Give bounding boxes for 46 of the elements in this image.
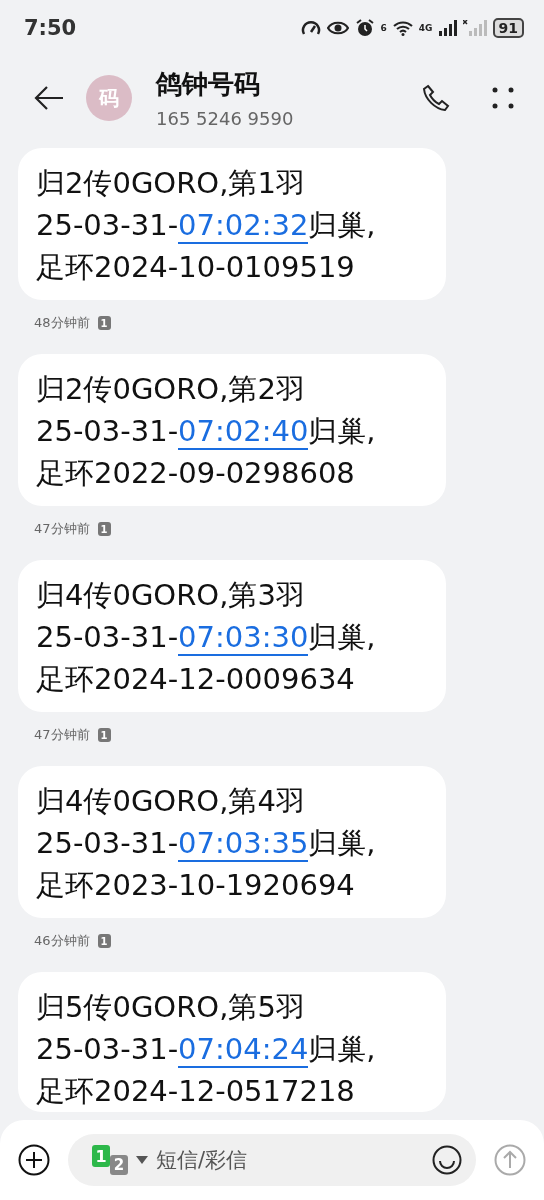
time-link[interactable]: 07:03:35 [178, 826, 309, 862]
input-placeholder: 短信/彩信 [156, 1147, 249, 1174]
battery-level: 91 [492, 18, 524, 38]
phone-number: 165 5246 9590 [156, 108, 295, 129]
contact-name: 鸽钟号码 [156, 68, 261, 101]
message-bubble[interactable]: 归5传0GORO,第5羽 25-03-31-07:04:24归巢, 足环2024-12-0517218 [18, 972, 446, 1112]
time-link[interactable]: 07:02:40 [178, 414, 309, 450]
speedometer-icon [300, 19, 321, 37]
time-link[interactable]: 07:03:30 [178, 620, 309, 656]
wifi-icon [392, 20, 413, 36]
sim-badge: 1 [97, 934, 111, 948]
sim-badge: 1 [97, 316, 111, 330]
emoji-icon[interactable] [432, 1145, 462, 1175]
eye-icon [326, 20, 349, 36]
message-input-field[interactable]: 1 2 短信/彩信 [68, 1134, 476, 1186]
sim-one-badge[interactable]: 1 [92, 1145, 110, 1167]
network-label: 4G [418, 23, 433, 33]
sim-badge: 1 [97, 728, 111, 742]
message-time: 46分钟前 [34, 932, 90, 950]
message-time: 47分钟前 [34, 726, 90, 744]
message-bubble[interactable]: 归2传0GORO,第1羽 25-03-31-07:02:32归巢, 足环2024-10-0109519 [18, 148, 446, 300]
status-time: 7:50 [24, 16, 77, 40]
back-icon[interactable] [34, 85, 64, 111]
message-time: 48分钟前 [34, 314, 90, 332]
message-text: 归2传0GORO,第2羽 25-03-31-07:02:40归巢, 足环2022-09-0298608 [36, 371, 377, 492]
message-text: 归5传0GORO,第5羽 25-03-31-07:04:24归巢, 足环2024-12-0517218 [36, 989, 377, 1110]
sim-two-badge[interactable]: 2 [110, 1155, 128, 1175]
time-link[interactable]: 07:02:32 [178, 208, 309, 244]
message-bubble[interactable]: 归4传0GORO,第4羽 25-03-31-07:03:35归巢, 足环2023-10-1920694 [18, 766, 446, 918]
alarm-icon [354, 18, 375, 38]
message-bubble[interactable]: 归2传0GORO,第2羽 25-03-31-07:02:40归巢, 足环2022-09-0298608 [18, 354, 446, 506]
caret-icon[interactable] [136, 1156, 148, 1164]
add-icon[interactable] [18, 1144, 50, 1176]
sim-badge: 1 [97, 522, 111, 536]
phone-icon[interactable] [422, 84, 450, 112]
signal-icon [438, 20, 457, 36]
wifi-label: 6 [380, 23, 387, 33]
no-signal-icon [462, 20, 487, 36]
message-time: 47分钟前 [34, 520, 90, 538]
contact-avatar: 码 [86, 75, 132, 121]
message-bubble[interactable]: 归4传0GORO,第3羽 25-03-31-07:03:30归巢, 足环2024-12-0009634 [18, 560, 446, 712]
message-text: 归4传0GORO,第3羽 25-03-31-07:03:30归巢, 足环2024-12-0009634 [36, 577, 377, 698]
more-icon[interactable] [492, 87, 514, 109]
time-link[interactable]: 07:04:24 [178, 1032, 309, 1068]
message-text: 归2传0GORO,第1羽 25-03-31-07:02:32归巢, 足环2024-10-0109519 [36, 165, 377, 286]
message-text: 归4传0GORO,第4羽 25-03-31-07:03:35归巢, 足环2023-10-1920694 [36, 783, 377, 904]
